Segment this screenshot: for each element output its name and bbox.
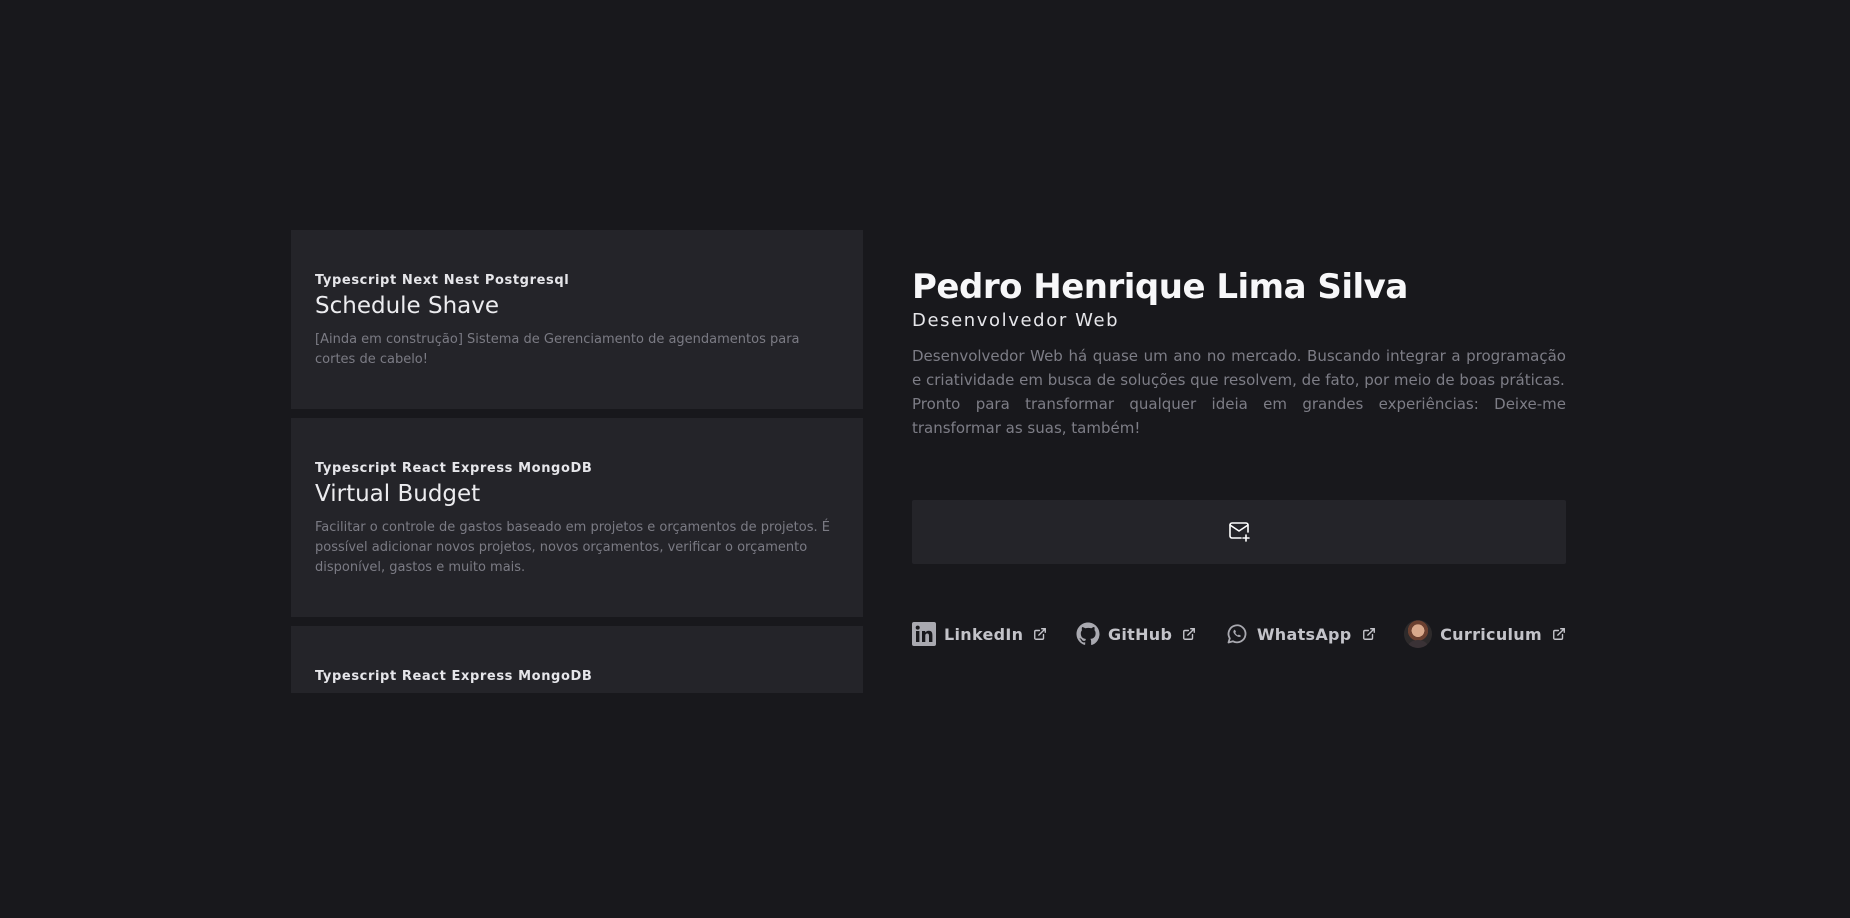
whatsapp-icon xyxy=(1225,622,1249,646)
project-title: Virtual Budget xyxy=(315,481,481,507)
project-card[interactable]: Typescript React Express MongoDB xyxy=(291,626,863,693)
github-icon xyxy=(1076,622,1100,646)
project-tags: Typescript React Express MongoDB xyxy=(315,669,593,684)
contact-email-button[interactable] xyxy=(912,500,1566,564)
profile-role: Desenvolvedor Web xyxy=(912,310,1120,331)
project-description: Facilitar o controle de gastos baseado e… xyxy=(315,520,830,575)
mail-plus-icon xyxy=(1227,519,1251,546)
project-card[interactable]: Typescript Next Nest Postgresql Schedule… xyxy=(291,230,863,409)
profile-section: Pedro Henrique Lima Silva Desenvolvedor … xyxy=(912,262,1566,648)
curriculum-label: Curriculum xyxy=(1440,624,1542,644)
linkedin-label: LinkedIn xyxy=(944,624,1024,644)
whatsapp-label: WhatsApp xyxy=(1256,624,1352,644)
linkedin-icon xyxy=(912,622,936,646)
curriculum-link[interactable]: Curriculum xyxy=(1404,620,1566,648)
linkedin-link[interactable]: LinkedIn xyxy=(912,622,1047,646)
profile-bio: Desenvolvedor Web há quase um ano no mer… xyxy=(912,344,1566,440)
external-link-icon xyxy=(1552,627,1566,641)
external-link-icon xyxy=(1362,627,1376,641)
project-description: [Ainda em construção] Sistema de Gerenci… xyxy=(315,332,800,367)
page: Typescript Next Nest Postgresql Schedule… xyxy=(0,0,1850,918)
bio-paragraph: Pronto para transformar qualquer ideia e… xyxy=(912,395,1566,437)
external-link-icon xyxy=(1033,627,1047,641)
project-title: Schedule Shave xyxy=(315,293,500,319)
project-card[interactable]: Typescript React Express MongoDB Virtual… xyxy=(291,418,863,617)
project-tags: Typescript Next Nest Postgresql xyxy=(315,273,570,288)
github-link[interactable]: GitHub xyxy=(1076,622,1196,646)
project-tags: Typescript React Express MongoDB xyxy=(315,461,593,476)
github-label: GitHub xyxy=(1107,624,1173,644)
whatsapp-link[interactable]: WhatsApp xyxy=(1225,622,1376,646)
bio-paragraph: Desenvolvedor Web há quase um ano no mer… xyxy=(912,347,1566,389)
projects-list[interactable]: Typescript Next Nest Postgresql Schedule… xyxy=(291,230,863,693)
social-links: LinkedIn GitHub WhatsApp Curriculum xyxy=(912,620,1566,648)
profile-name: Pedro Henrique Lima Silva xyxy=(912,267,1408,307)
avatar xyxy=(1404,620,1433,648)
external-link-icon xyxy=(1182,627,1196,641)
